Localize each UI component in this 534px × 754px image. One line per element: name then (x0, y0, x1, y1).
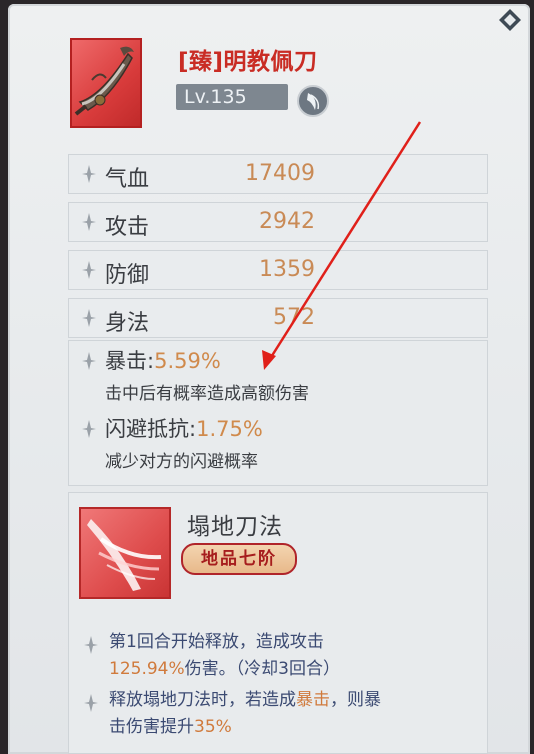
sparkle-icon (82, 420, 96, 438)
sparkle-icon (82, 261, 96, 279)
skill-damage-pct: 125.94% (109, 659, 185, 679)
stat-value: 1359 (259, 257, 315, 282)
skill-section: 塌地刀法 地品七阶 第1回合开始释放，造成攻击 125.94%伤害。（冷却3回合… (68, 492, 488, 754)
attr-desc: 击中后有概率造成高额伤害 (105, 384, 309, 404)
skill-desc-line: 释放塌地刀法时，若造成 (109, 690, 296, 710)
stat-row-agility: 身法 572 (68, 298, 488, 338)
stat-label: 防御 (105, 263, 150, 288)
sparkle-icon (82, 165, 96, 183)
attr-dodge-resist: 闪避抵抗:1.75% (105, 413, 263, 443)
sword-icon (74, 46, 134, 116)
skill-crit-word: 暴击 (296, 690, 330, 710)
skill-desc-line: ，则暴 (330, 690, 381, 710)
skill-grade-badge: 地品七阶 (181, 543, 297, 575)
stat-row-attack: 攻击 2942 (68, 202, 488, 242)
stat-value: 572 (273, 305, 315, 330)
blade-slash-icon (87, 519, 162, 591)
stat-value: 2942 (259, 209, 315, 234)
sparkle-icon (84, 636, 98, 654)
sparkle-icon (84, 694, 98, 712)
attr-name: 闪避抵抗: (105, 417, 197, 441)
skill-crit-bonus: 35% (194, 717, 232, 737)
weapon-type-badge-icon[interactable] (296, 84, 330, 118)
stat-label: 气血 (105, 167, 150, 192)
item-name: [臻]明教佩刀 (178, 49, 318, 75)
corner-diamond-icon[interactable] (496, 6, 524, 34)
skill-desc-line: 第1回合开始释放，造成攻击 (109, 632, 324, 652)
skill-desc-line: 伤害。（冷却3回合） (184, 659, 340, 679)
skill-desc-2: 释放塌地刀法时，若造成暴击，则暴 击伤害提升35% (109, 687, 381, 741)
attr-value: 1.75% (196, 417, 263, 441)
attr-crit: 暴击:5.59% (105, 345, 221, 375)
sparkle-icon (82, 352, 96, 370)
skill-desc-line: 击伤害提升 (109, 717, 194, 737)
stat-row-hp: 气血 17409 (68, 154, 488, 194)
attr-name: 暴击: (105, 349, 155, 373)
sparkle-icon (82, 213, 96, 231)
stat-label: 身法 (105, 311, 150, 336)
attr-value: 5.59% (154, 349, 221, 373)
sparkle-icon (82, 309, 96, 327)
stat-label: 攻击 (105, 215, 150, 240)
skill-name: 塌地刀法 (187, 514, 283, 540)
stat-row-defense: 防御 1359 (68, 250, 488, 290)
item-icon[interactable] (70, 38, 142, 128)
item-level: Lv.135 (176, 84, 288, 110)
skill-icon[interactable] (79, 507, 171, 599)
skill-desc-1: 第1回合开始释放，造成攻击 125.94%伤害。（冷却3回合） (109, 629, 340, 683)
attr-desc: 减少对方的闪避概率 (105, 452, 258, 472)
special-attributes: 暴击:5.59% 击中后有概率造成高额伤害 闪避抵抗:1.75% 减少对方的闪避… (68, 340, 488, 486)
item-detail-panel: [臻]明教佩刀 Lv.135 气血 17409 攻击 2942 防御 1359 … (8, 4, 530, 754)
stat-value: 17409 (245, 161, 315, 186)
